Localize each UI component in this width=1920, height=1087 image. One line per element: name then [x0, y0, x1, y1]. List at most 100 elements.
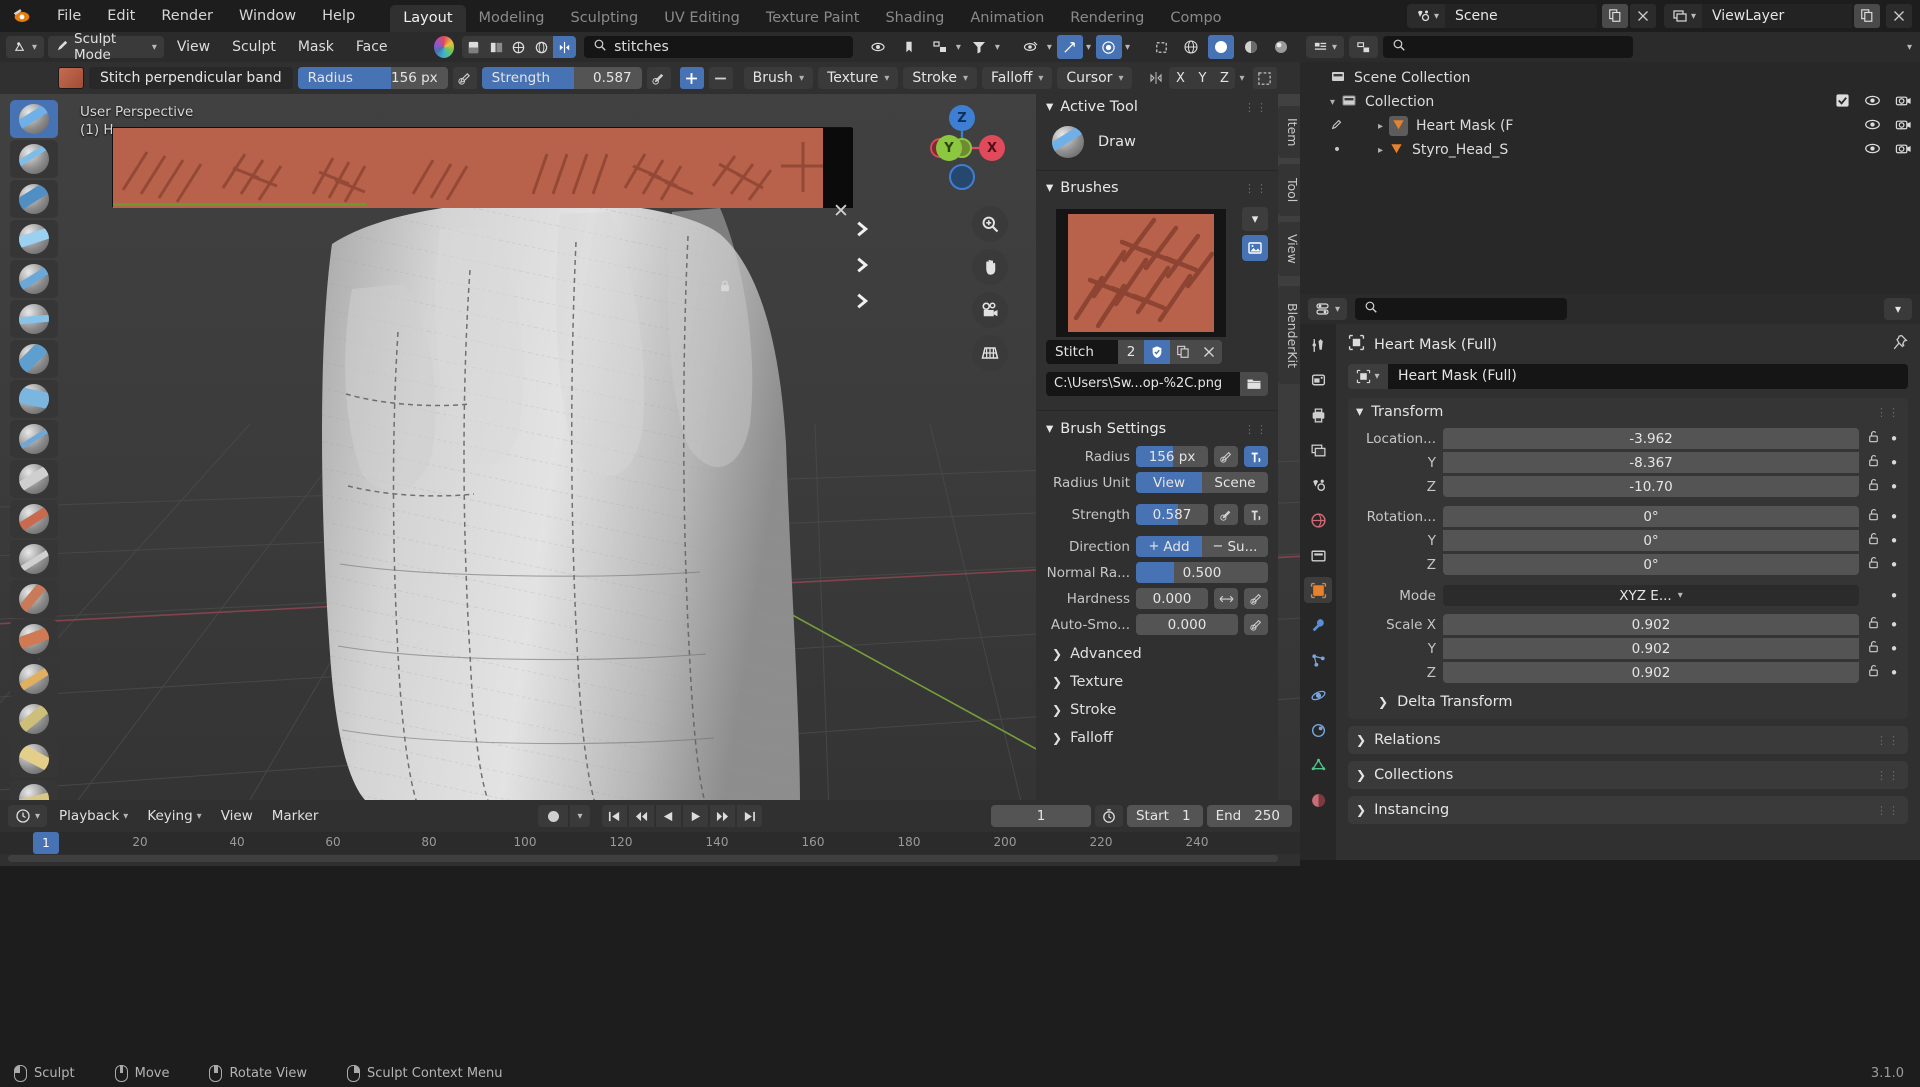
radius-slider[interactable]: Radius 156 px: [297, 67, 448, 89]
unlock-icon[interactable]: [1866, 663, 1881, 682]
menu-edit[interactable]: Edit: [94, 0, 148, 32]
properties-search-input[interactable]: [1355, 298, 1568, 320]
unlock-icon[interactable]: [1866, 453, 1881, 472]
properties-tab-tool[interactable]: [1304, 332, 1332, 358]
mode-selector[interactable]: Sculpt Mode ▾: [48, 31, 164, 63]
timeline-menu-view[interactable]: View: [214, 805, 260, 827]
timeline-ruler[interactable]: 1 20 40 60 80 100 120 140 160 180 200 22…: [0, 832, 1300, 854]
popover-stroke[interactable]: Stroke ▾: [903, 67, 978, 89]
panel-grip[interactable]: ⋮⋮: [1876, 804, 1900, 817]
outliner-row-scene-collection[interactable]: Scene Collection: [1300, 66, 1920, 90]
material-preview-icon[interactable]: [1238, 35, 1264, 59]
pin-icon[interactable]: [1891, 334, 1908, 355]
radius-setting-slider[interactable]: 156 px: [1136, 446, 1208, 467]
properties-tab-data[interactable]: [1304, 752, 1332, 778]
colorwheel-icon[interactable]: [433, 36, 454, 58]
panel-header-brushes[interactable]: ▾ Brushes ⋮⋮: [1036, 175, 1278, 201]
animate-dot-icon[interactable]: •: [1888, 454, 1900, 472]
tool-clay-strips[interactable]: [10, 220, 58, 258]
tool-clay[interactable]: [10, 180, 58, 218]
properties-tab-particles[interactable]: [1304, 647, 1332, 673]
animate-dot-icon[interactable]: •: [1888, 587, 1900, 605]
current-frame-field[interactable]: 1: [990, 805, 1091, 827]
animate-dot-icon[interactable]: •: [1888, 616, 1900, 634]
direction-subtract[interactable]: − Su...: [1202, 536, 1268, 557]
location-z-field[interactable]: -10.70: [1443, 476, 1859, 497]
viewport-menu-mask[interactable]: Mask: [289, 36, 343, 58]
ortho-grid-icon[interactable]: [972, 335, 1008, 371]
collections-panel[interactable]: ❯ Collections ⋮⋮: [1348, 761, 1908, 789]
panel-grip[interactable]: ⋮⋮: [1876, 406, 1900, 419]
unlock-icon[interactable]: [1866, 429, 1881, 448]
timeline-menu-keying[interactable]: Keying ▾: [140, 805, 208, 827]
panel-grip[interactable]: ⋮⋮: [1244, 423, 1268, 436]
disclosure-triangle-right-icon[interactable]: ▸: [1378, 145, 1383, 156]
rotation-x-field[interactable]: 0°: [1443, 506, 1859, 527]
viewlayer-name-field[interactable]: ViewLayer: [1702, 4, 1852, 28]
properties-tab-view-layer[interactable]: [1304, 437, 1332, 463]
checkbox[interactable]: [1835, 93, 1850, 112]
viewlayer-icon[interactable]: ▾: [1664, 4, 1702, 28]
camera-icon[interactable]: [1895, 141, 1912, 160]
popover-cursor[interactable]: Cursor ▾: [1057, 67, 1133, 89]
symmetry-axis-z[interactable]: Z: [1213, 67, 1235, 89]
radius-unit-scene[interactable]: Scene: [1202, 472, 1268, 493]
strength-pressure-icon[interactable]: [646, 67, 671, 89]
shading-snap-icon[interactable]: [1056, 35, 1083, 59]
gizmo-icon[interactable]: [895, 35, 922, 59]
rotation-mode-dropdown[interactable]: XYZ E... ▾: [1443, 585, 1859, 606]
dyntopo-icon[interactable]: [508, 36, 531, 58]
outliner-view-icon[interactable]: ▾: [1306, 36, 1345, 58]
panel-grip[interactable]: ⋮⋮: [1876, 769, 1900, 782]
chevron-right-icon[interactable]: [852, 219, 872, 243]
tool-draw[interactable]: [10, 100, 58, 138]
play-icon[interactable]: [683, 805, 708, 827]
workspace-tab-uv-editing[interactable]: UV Editing: [651, 5, 753, 32]
outliner-search-input[interactable]: [1383, 36, 1634, 58]
properties-tab-collection[interactable]: [1304, 542, 1332, 568]
radius-unit-view[interactable]: View: [1136, 472, 1202, 493]
animate-dot-icon[interactable]: •: [1888, 478, 1900, 496]
object-name-field[interactable]: Heart Mask (Full): [1388, 364, 1908, 389]
pressure-icon[interactable]: [1214, 504, 1238, 525]
workspace-tab-sculpting[interactable]: Sculpting: [557, 5, 651, 32]
tool-multiplane-scrape[interactable]: [10, 620, 58, 658]
tool-draw-sharp[interactable]: [10, 140, 58, 178]
tool-inflate[interactable]: [10, 340, 58, 378]
proportional-edit-icon[interactable]: [1095, 35, 1122, 59]
pan-hand-icon[interactable]: [972, 249, 1008, 285]
record-icon[interactable]: [538, 805, 568, 827]
panel-header-active-tool[interactable]: ▾ Active Tool ⋮⋮: [1036, 94, 1278, 120]
scene-selector[interactable]: ▾ Scene: [1406, 4, 1597, 28]
popover-falloff[interactable]: Falloff ▾: [982, 67, 1053, 89]
animate-dot-icon[interactable]: •: [1888, 430, 1900, 448]
popover-texture[interactable]: Texture ▾: [818, 67, 899, 89]
outliner-row-heart-mask[interactable]: ▸ Heart Mask (F: [1300, 114, 1920, 138]
location-x-field[interactable]: -3.962: [1443, 428, 1859, 449]
scene-data-icon[interactable]: ▾: [1407, 4, 1445, 28]
section-texture[interactable]: ❯ Texture: [1046, 668, 1268, 696]
chevron-down-icon[interactable]: ▾: [1884, 298, 1912, 320]
unlock-icon[interactable]: [1866, 507, 1881, 526]
sidebar-tab-blenderkit[interactable]: BlenderKit: [1278, 286, 1300, 384]
unified-radius-icon[interactable]: [1244, 446, 1268, 467]
scene-name-field[interactable]: Scene: [1444, 4, 1597, 28]
strength-setting-slider[interactable]: 0.587: [1136, 504, 1208, 525]
menu-file[interactable]: File: [44, 0, 94, 32]
workspace-tab-rendering[interactable]: Rendering: [1057, 5, 1157, 32]
strength-slider[interactable]: Strength 0.587: [481, 67, 642, 89]
properties-tab-render[interactable]: [1304, 367, 1332, 393]
hardness-slider[interactable]: 0.000: [1136, 588, 1208, 609]
close-icon[interactable]: ✕: [833, 200, 849, 222]
viewport-menu-view[interactable]: View: [168, 36, 219, 58]
toggle-xray-button[interactable]: [1148, 35, 1174, 59]
lock-icon[interactable]: [718, 279, 732, 297]
sidebar-tab-view[interactable]: View: [1278, 222, 1300, 276]
overlays-icon[interactable]: [926, 35, 953, 59]
blender-logo-icon[interactable]: [0, 0, 44, 32]
workspace-tab-layout[interactable]: Layout: [390, 5, 466, 32]
transform-panel-header[interactable]: ▾ Transform ⋮⋮: [1356, 404, 1900, 420]
menu-render[interactable]: Render: [148, 0, 226, 32]
brush-user-count[interactable]: 2: [1118, 340, 1144, 364]
prev-keyframe-icon[interactable]: [629, 805, 654, 827]
